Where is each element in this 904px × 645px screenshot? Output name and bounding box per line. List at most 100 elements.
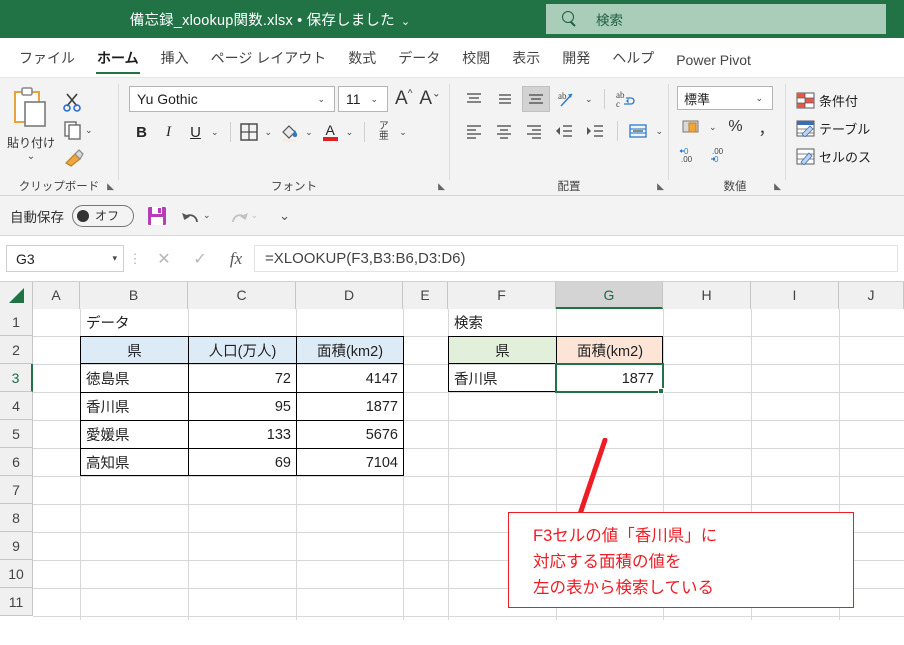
cut-button[interactable] — [62, 88, 112, 116]
phonetic-chevron-icon[interactable]: ⌄ — [399, 127, 407, 138]
cell-b6[interactable]: 高知県 — [81, 449, 188, 476]
conditional-formatting-button[interactable]: 条件付 — [796, 86, 871, 114]
underline-chevron-icon[interactable]: ⌄ — [211, 127, 219, 138]
column-header-d[interactable]: D — [296, 282, 403, 309]
font-name-combobox[interactable]: Yu Gothic ⌄ — [129, 86, 335, 112]
row-header-7[interactable]: 7 — [0, 476, 33, 504]
currency-format-button[interactable] — [677, 114, 705, 140]
tab-review[interactable]: 校閲 — [451, 44, 501, 77]
percent-format-button[interactable]: % — [722, 114, 750, 140]
cell-d3[interactable]: 4147 — [297, 365, 403, 392]
column-header-c[interactable]: C — [188, 282, 296, 309]
chevron-down-icon[interactable]: ⌄ — [370, 94, 378, 105]
autosave-toggle[interactable]: オフ — [72, 204, 134, 227]
column-header-b[interactable]: B — [80, 282, 188, 309]
font-color-button[interactable]: A — [318, 119, 343, 145]
cell-b4[interactable]: 香川県 — [81, 393, 188, 420]
underline-button[interactable]: U — [183, 119, 208, 145]
decrease-font-size-button[interactable]: A⌄ — [419, 88, 440, 110]
text-orientation-button[interactable]: ab — [553, 86, 581, 112]
currency-chevron-icon[interactable]: ⌄ — [709, 122, 717, 133]
borders-chevron-icon[interactable]: ⌄ — [265, 127, 273, 138]
cell-b1[interactable]: データ — [81, 309, 188, 336]
tab-data[interactable]: データ — [387, 44, 451, 77]
column-header-g[interactable]: G — [556, 282, 663, 309]
fill-chevron-icon[interactable]: ⌄ — [305, 127, 313, 138]
cell-f3[interactable]: 香川県 — [449, 365, 556, 392]
insert-function-button[interactable]: fx — [218, 249, 254, 269]
italic-button[interactable]: I — [156, 119, 181, 145]
format-as-table-button[interactable]: テーブル — [796, 114, 871, 142]
copy-chevron-icon[interactable]: ⌄ — [85, 125, 93, 136]
cell-g2[interactable]: 面積(km2) — [557, 337, 663, 364]
tab-help[interactable]: ヘルプ — [601, 44, 665, 77]
tab-view[interactable]: 表示 — [501, 44, 551, 77]
tab-page-layout[interactable]: ページ レイアウト — [200, 44, 338, 77]
wrap-text-button[interactable]: ab c — [611, 86, 639, 112]
tab-home[interactable]: ホーム — [86, 44, 150, 77]
number-dialog-launcher[interactable]: ◣ — [774, 181, 781, 192]
formula-input[interactable]: =XLOOKUP(F3,B3:B6,D3:D6) — [254, 245, 898, 272]
customize-toolbar-button[interactable]: ⌄ — [279, 208, 290, 224]
row-header-6[interactable]: 6 — [0, 448, 33, 476]
title-chevron-icon[interactable]: ⌄ — [401, 16, 410, 28]
borders-button[interactable] — [237, 119, 262, 145]
cell-c3[interactable]: 72 — [189, 365, 296, 392]
column-header-a[interactable]: A — [33, 282, 80, 309]
decrease-indent-button[interactable] — [551, 118, 578, 144]
row-header-8[interactable]: 8 — [0, 504, 33, 532]
align-bottom-button[interactable] — [522, 86, 550, 112]
chevron-down-icon[interactable]: ⌄ — [755, 93, 763, 104]
increase-indent-button[interactable] — [581, 118, 608, 144]
row-header-2[interactable]: 2 — [0, 336, 33, 364]
tab-developer[interactable]: 開発 — [551, 44, 601, 77]
cell-b2[interactable]: 県 — [81, 337, 188, 364]
chevron-down-icon[interactable]: ⌄ — [317, 94, 325, 105]
cell-f1[interactable]: 検索 — [449, 309, 556, 336]
column-header-i[interactable]: I — [751, 282, 839, 309]
copy-button[interactable]: ⌄ — [62, 116, 112, 144]
row-header-11[interactable]: 11 — [0, 588, 33, 616]
merge-cells-button[interactable] — [624, 118, 651, 144]
undo-button[interactable]: ⌄ — [180, 206, 216, 226]
cell-b3[interactable]: 徳島県 — [81, 365, 188, 392]
redo-chevron-icon[interactable]: ⌄ — [251, 210, 259, 221]
align-left-button[interactable] — [460, 118, 487, 144]
redo-button[interactable]: ⌄ — [228, 206, 264, 226]
tab-insert[interactable]: 挿入 — [150, 44, 200, 77]
align-middle-button[interactable] — [491, 86, 519, 112]
row-header-5[interactable]: 5 — [0, 420, 33, 448]
align-center-button[interactable] — [490, 118, 517, 144]
cell-b5[interactable]: 愛媛県 — [81, 421, 188, 448]
cell-d2[interactable]: 面積(km2) — [297, 337, 403, 364]
cell-d6[interactable]: 7104 — [297, 449, 403, 476]
font-size-combobox[interactable]: 11 ⌄ — [338, 86, 388, 112]
column-header-e[interactable]: E — [403, 282, 448, 309]
cell-d4[interactable]: 1877 — [297, 393, 403, 420]
row-header-9[interactable]: 9 — [0, 532, 33, 560]
cell-g3[interactable]: 1877 — [557, 365, 659, 392]
formula-bar-grip[interactable]: ⋮ — [124, 252, 146, 265]
undo-chevron-icon[interactable]: ⌄ — [203, 210, 211, 221]
save-button[interactable] — [146, 205, 168, 227]
clipboard-dialog-launcher[interactable]: ◣ — [107, 181, 114, 192]
row-header-3[interactable]: 3 — [0, 364, 33, 392]
paste-button[interactable]: 貼り付け ⌄ — [0, 84, 62, 172]
cell-c2[interactable]: 人口(万人) — [189, 337, 296, 364]
cell-c4[interactable]: 95 — [189, 393, 296, 420]
font-color-chevron-icon[interactable]: ⌄ — [346, 127, 354, 138]
merge-chevron-icon[interactable]: ⌄ — [655, 126, 663, 137]
comma-format-button[interactable]: ， — [753, 114, 781, 140]
cell-f2[interactable]: 県 — [449, 337, 556, 364]
increase-decimal-button[interactable]: 0 .00 — [677, 142, 705, 168]
paste-chevron-icon[interactable]: ⌄ — [0, 151, 62, 162]
column-header-f[interactable]: F — [448, 282, 556, 309]
tab-file[interactable]: ファイル — [8, 44, 86, 77]
name-box[interactable]: G3 ▾ — [6, 245, 124, 272]
row-header-1[interactable]: 1 — [0, 309, 33, 336]
tab-power-pivot[interactable]: Power Pivot — [665, 48, 762, 77]
fill-handle[interactable] — [658, 388, 664, 394]
orientation-chevron-icon[interactable]: ⌄ — [585, 94, 593, 105]
cell-styles-button[interactable]: セルのス — [796, 142, 871, 170]
chevron-down-icon[interactable]: ▾ — [112, 253, 117, 264]
